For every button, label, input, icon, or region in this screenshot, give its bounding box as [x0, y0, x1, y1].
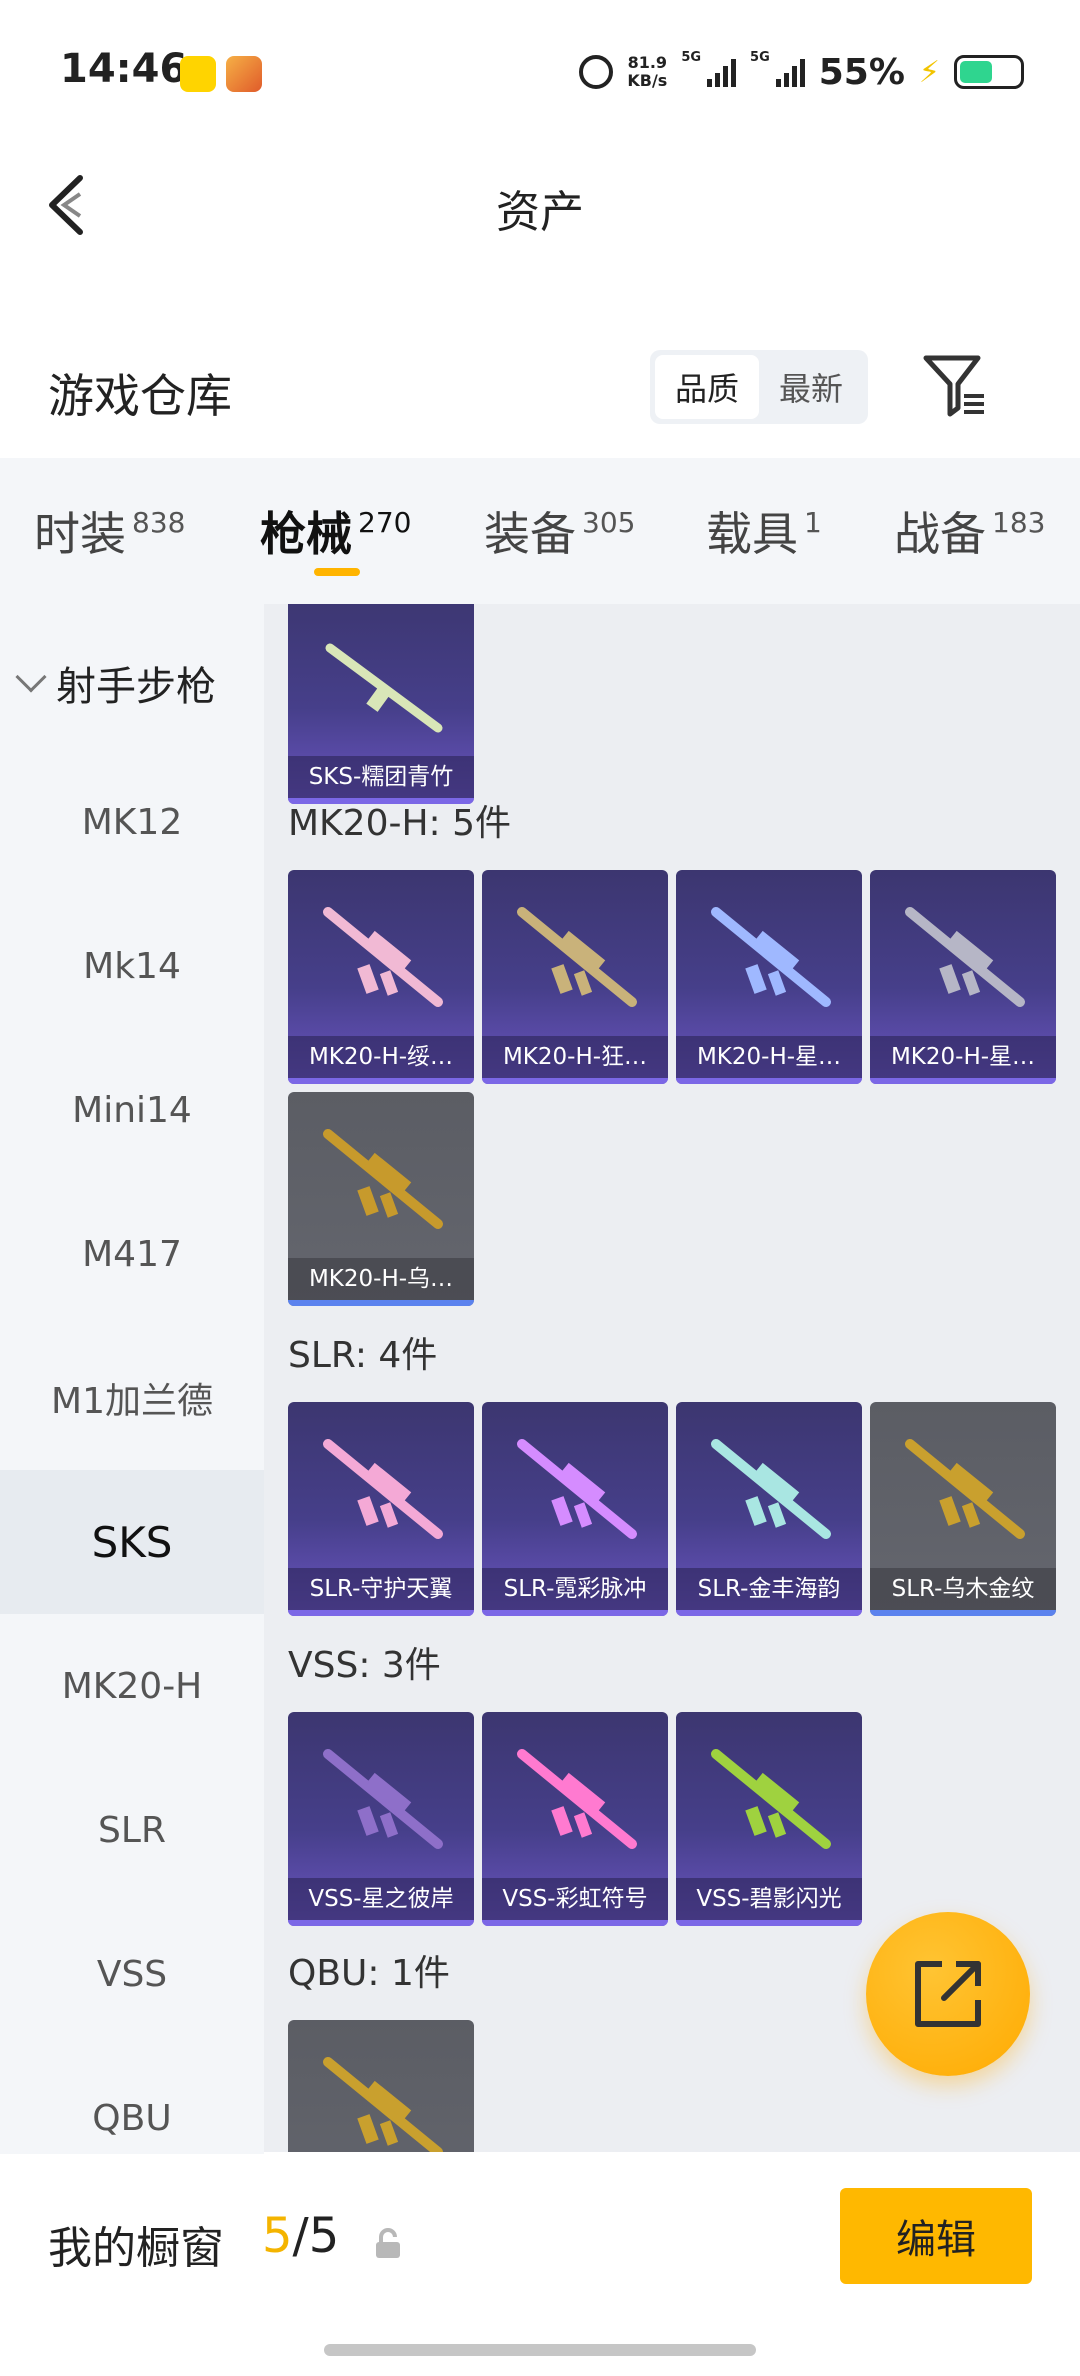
page-title: 资产	[496, 187, 584, 238]
group-title: SLR: 4件	[288, 1335, 438, 1376]
skin-card-label: SLR-守护天翼	[288, 1568, 474, 1610]
rifle-icon	[323, 2057, 443, 2152]
sidebar-item-m1-garand[interactable]: M1加兰德	[0, 1326, 264, 1470]
skin-card-label: MK20-H-星…	[676, 1036, 862, 1078]
skin-card[interactable]	[288, 2020, 474, 2152]
weapon-type-sidebar: 射手步枪 MK12 Mk14 Mini14 M417 M1加兰德 SKS MK2…	[0, 604, 264, 2154]
edit-button[interactable]: 编辑	[840, 2188, 1032, 2284]
rifle-icon	[323, 1129, 443, 1229]
tab-vehicles[interactable]: 载具 1	[706, 498, 822, 564]
sidebar-item-mk20-h[interactable]: MK20-H	[0, 1614, 264, 1758]
showcase-count: 5/5	[262, 2208, 340, 2264]
rifle-icon	[323, 1439, 443, 1539]
rifle-icon	[711, 1439, 831, 1539]
sort-toggle: 品质 最新	[650, 350, 868, 424]
network-speed-unit: KB/s	[627, 71, 668, 90]
group-title: QBU: 1件	[288, 1953, 450, 1994]
rifle-icon	[905, 907, 1025, 1007]
rifle-icon	[323, 1749, 443, 1849]
status-bar: 14:46 81.9 KB/s 5G 5G 55% ⚡	[0, 0, 1080, 140]
section-title: 游戏仓库	[48, 369, 232, 423]
skin-card-label: SKS-糯团青竹	[288, 756, 474, 798]
skin-card-label: SLR-霓彩脉冲	[482, 1568, 668, 1610]
sort-latest-button[interactable]: 最新	[759, 355, 863, 419]
network-type-label: 5G	[750, 50, 770, 65]
sidebar-item-slr[interactable]: SLR	[0, 1758, 264, 1902]
chevron-down-icon	[15, 661, 47, 693]
skin-card[interactable]: MK20-H-乌…	[288, 1092, 474, 1306]
sidebar-item-mini14[interactable]: Mini14	[0, 1038, 264, 1182]
skin-card[interactable]: MK20-H-星…	[676, 870, 862, 1084]
skin-card-label: MK20-H-绥…	[288, 1036, 474, 1078]
skin-card-label: VSS-碧影闪光	[676, 1878, 862, 1920]
sidebar-item-m417[interactable]: M417	[0, 1182, 264, 1326]
signal-icon	[775, 57, 805, 87]
rifle-icon	[325, 643, 443, 733]
battery-icon	[954, 55, 1024, 89]
tab-fashion[interactable]: 时装 838	[34, 498, 185, 564]
signal-icon	[707, 57, 737, 87]
sidebar-item-mk14[interactable]: Mk14	[0, 894, 264, 1038]
group-title: MK20-H: 5件	[288, 803, 512, 844]
status-time: 14:46	[60, 46, 188, 92]
active-tab-indicator	[314, 568, 360, 576]
skin-card[interactable]: SLR-守护天翼	[288, 1402, 474, 1616]
showcase-bar: 我的橱窗 5/5 编辑	[0, 2154, 1080, 2376]
skin-card-label: SLR-乌木金纹	[870, 1568, 1056, 1610]
group-title: VSS: 3件	[288, 1645, 441, 1686]
rifle-icon	[711, 1749, 831, 1849]
lock-icon	[376, 2228, 400, 2258]
skin-card-label: VSS-星之彼岸	[288, 1878, 474, 1920]
skin-card-label: MK20-H-星…	[870, 1036, 1056, 1078]
skin-card-label: MK20-H-乌…	[288, 1258, 474, 1300]
skin-card[interactable]: MK20-H-狂…	[482, 870, 668, 1084]
category-tabs: 时装 838 枪械 270 装备 305 载具 1 战备 183	[0, 458, 1080, 604]
showcase-title: 我的橱窗	[48, 2223, 224, 2274]
app-notification-icon	[180, 56, 216, 92]
sidebar-item-sks[interactable]: SKS	[0, 1470, 264, 1614]
tab-guns[interactable]: 枪械 270	[260, 498, 411, 564]
sidebar-group-header[interactable]: 射手步枪	[15, 654, 216, 712]
rifle-icon	[323, 907, 443, 1007]
rifle-icon	[517, 907, 637, 1007]
status-indicators: 81.9 KB/s 5G 5G 55% ⚡	[579, 50, 1024, 94]
rifle-icon	[517, 1439, 637, 1539]
tab-equipment[interactable]: 装备 305	[484, 498, 635, 564]
rifle-icon	[517, 1749, 637, 1849]
network-speed-value: 81.9	[627, 53, 668, 72]
skin-card[interactable]: SLR-霓彩脉冲	[482, 1402, 668, 1616]
rifle-icon	[711, 907, 831, 1007]
rifle-icon	[905, 1439, 1025, 1539]
skin-card[interactable]: VSS-星之彼岸	[288, 1712, 474, 1926]
tab-supplies[interactable]: 战备 183	[894, 498, 1045, 564]
battery-percent: 55%	[818, 51, 905, 93]
charging-icon: ⚡	[918, 54, 940, 90]
skin-card[interactable]: SLR-金丰海韵	[676, 1402, 862, 1616]
skin-card[interactable]: VSS-碧影闪光	[676, 1712, 862, 1926]
home-indicator[interactable]	[324, 2344, 756, 2356]
skin-card-label: VSS-彩虹符号	[482, 1878, 668, 1920]
skin-card-label: SLR-金丰海韵	[676, 1568, 862, 1610]
network-type-label: 5G	[681, 50, 702, 65]
sidebar-item-vss[interactable]: VSS	[0, 1902, 264, 2046]
skin-card[interactable]: MK20-H-星…	[870, 870, 1056, 1084]
skin-card[interactable]: VSS-彩虹符号	[482, 1712, 668, 1926]
skin-card[interactable]: MK20-H-绥…	[288, 870, 474, 1084]
skin-card-label: MK20-H-狂…	[482, 1036, 668, 1078]
sidebar-item-mk12[interactable]: MK12	[0, 750, 264, 894]
skin-card[interactable]: SLR-乌木金纹	[870, 1402, 1056, 1616]
filter-icon[interactable]	[922, 352, 986, 418]
share-icon	[915, 1961, 981, 2027]
sort-quality-button[interactable]: 品质	[655, 355, 759, 419]
skin-card[interactable]: SKS-糯团青竹	[288, 604, 474, 804]
share-button[interactable]	[866, 1912, 1030, 2076]
sidebar-group-label: 射手步枪	[56, 664, 216, 710]
alarm-icon	[579, 55, 614, 89]
network-speed: 81.9 KB/s	[627, 54, 667, 90]
app-notification-icon	[226, 56, 262, 92]
